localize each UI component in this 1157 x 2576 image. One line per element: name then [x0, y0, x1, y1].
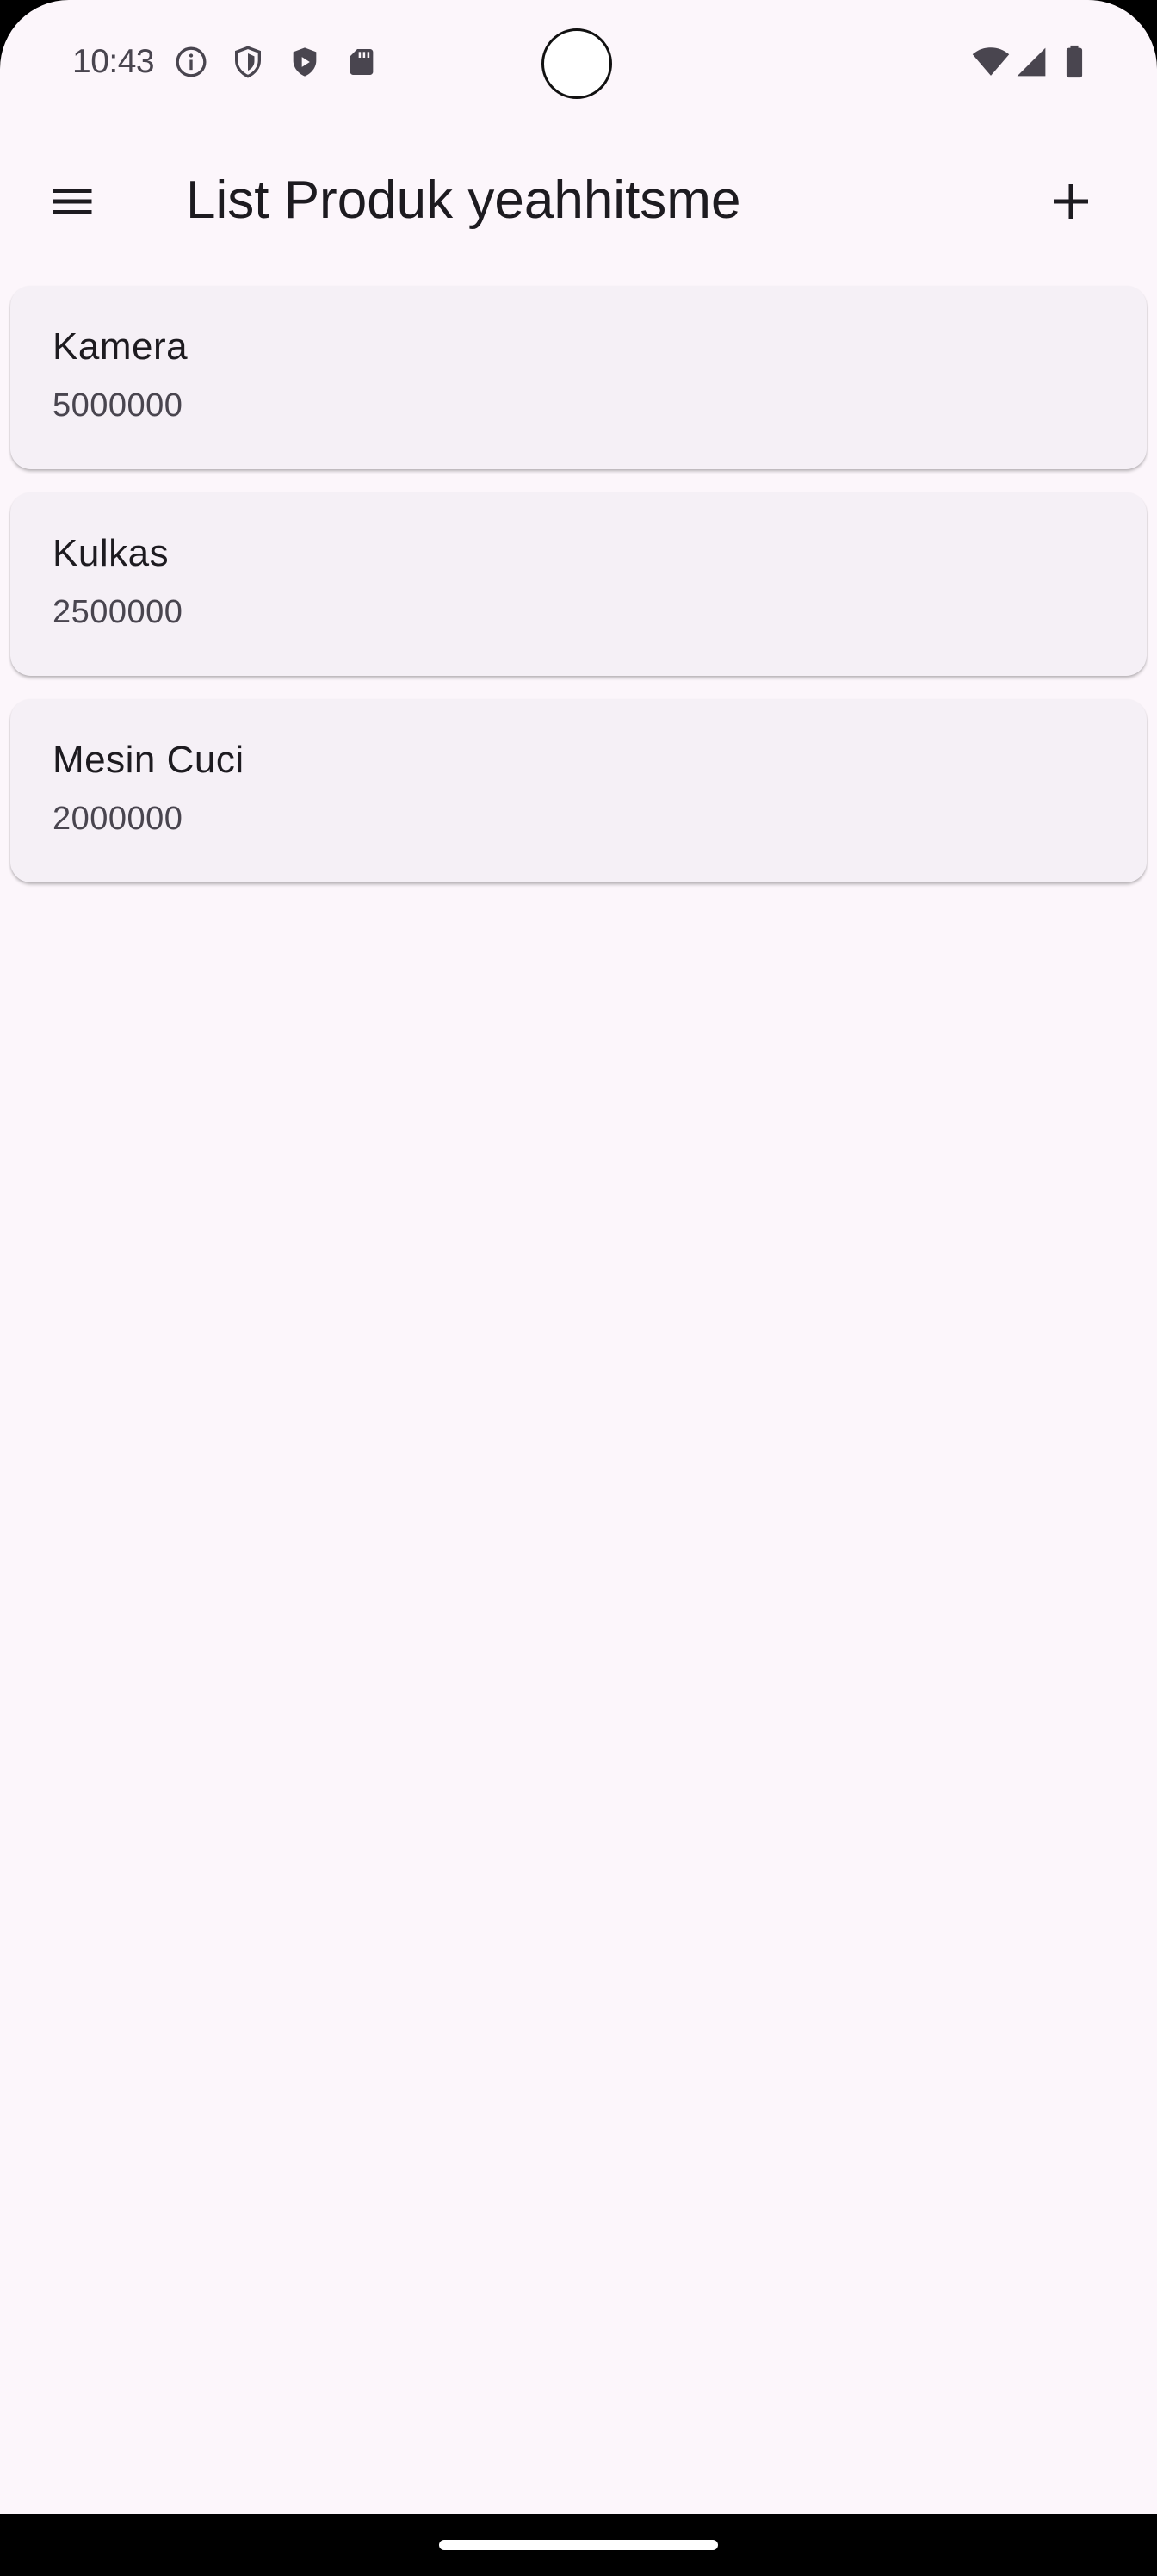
add-product-button[interactable] [1030, 160, 1112, 243]
menu-icon [53, 189, 92, 214]
camera-cutout [541, 28, 612, 99]
home-indicator[interactable] [439, 2540, 718, 2550]
navigation-bar [0, 2514, 1157, 2576]
status-time: 10:43 [72, 43, 155, 80]
app-screen: 10:43 List Produk yeahhitsme Kamera 5000… [0, 0, 1157, 2576]
product-card-kulkas[interactable]: Kulkas 2500000 [10, 492, 1147, 676]
signal-icon [1014, 45, 1049, 79]
product-card-kamera[interactable]: Kamera 5000000 [10, 286, 1147, 469]
battery-icon [1057, 45, 1092, 79]
app-bar: List Produk yeahhitsme [0, 129, 1157, 274]
shield-icon [231, 45, 265, 79]
product-card-mesin-cuci[interactable]: Mesin Cuci 2000000 [10, 699, 1147, 882]
menu-button[interactable] [31, 160, 114, 243]
wifi-icon [971, 45, 1011, 79]
play-shield-icon [288, 45, 322, 79]
sd-card-icon [344, 45, 379, 79]
add-icon [1054, 184, 1088, 219]
info-icon [174, 45, 208, 79]
status-bar: 10:43 [0, 0, 1157, 129]
product-list: Kamera 5000000 Kulkas 2500000 Mesin Cuci… [10, 286, 1147, 906]
page-title: List Produk yeahhitsme [186, 170, 741, 230]
product-name: Kulkas [53, 532, 170, 574]
product-price: 5000000 [53, 387, 183, 424]
product-price: 2500000 [53, 594, 183, 630]
product-price: 2000000 [53, 801, 183, 837]
product-name: Kamera [53, 325, 189, 368]
product-name: Mesin Cuci [53, 739, 244, 781]
